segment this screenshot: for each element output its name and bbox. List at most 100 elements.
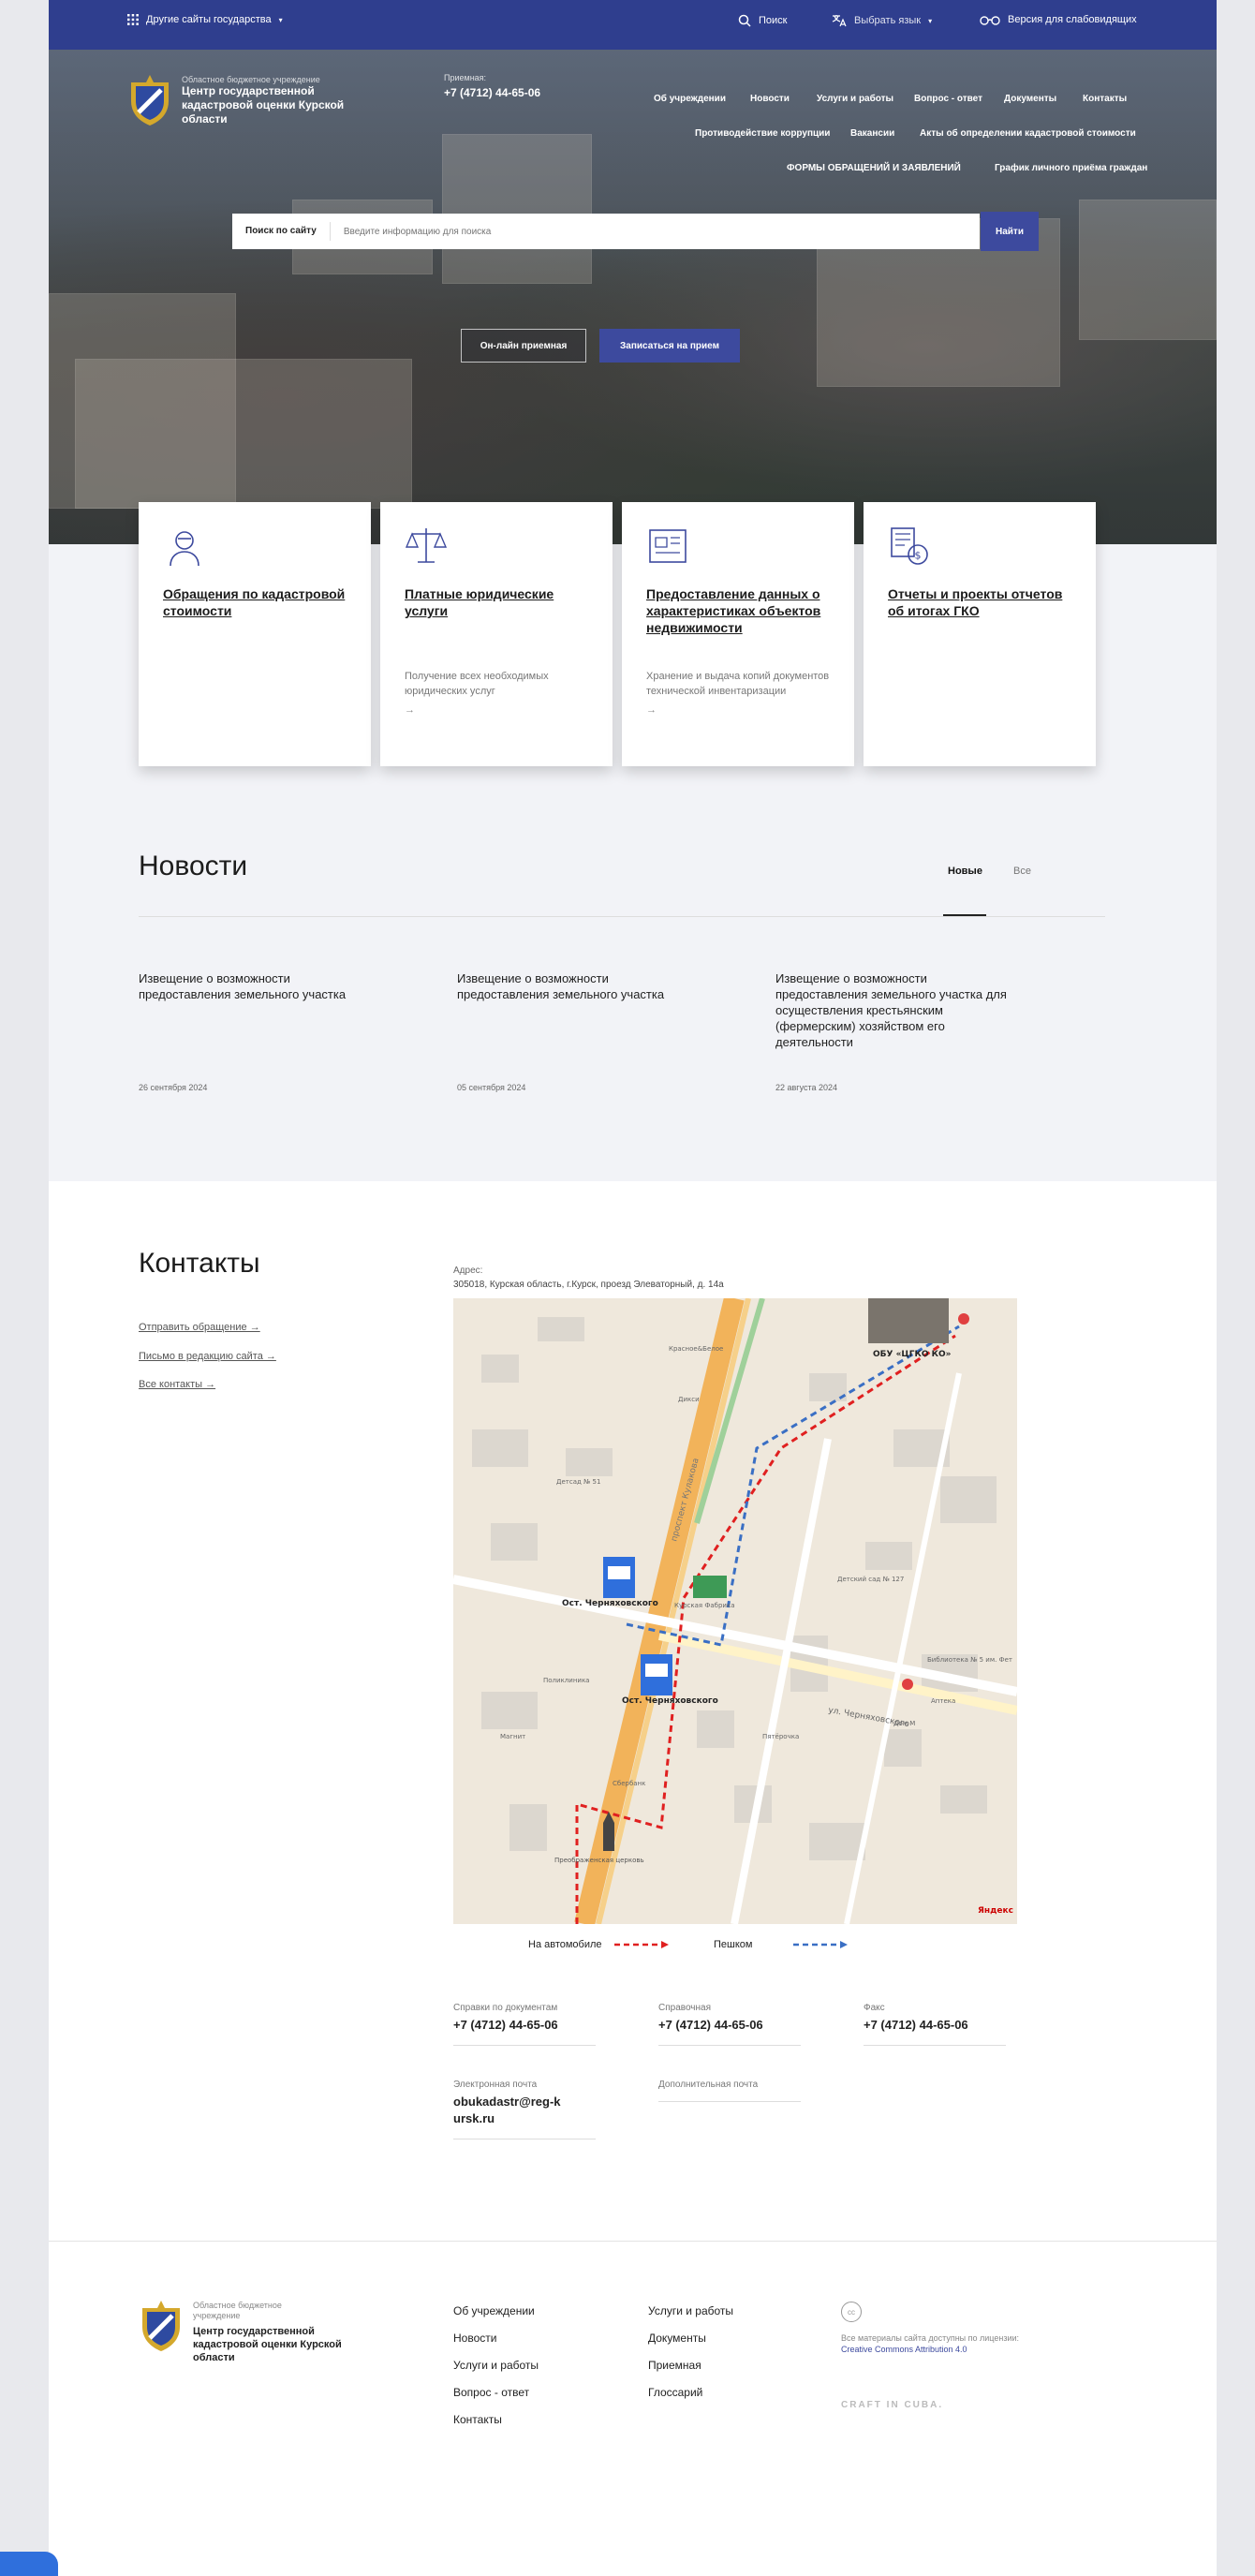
route-map[interactable]: Ост. Черняховского Ост. Черняховского ОБ… [453,1298,1017,1924]
divider [864,2045,1006,2046]
developer-credit[interactable]: CRAFT IN CUBA. [841,2400,943,2410]
online-reception-button[interactable]: Он-лайн приемная [461,329,586,363]
contact-info-value[interactable]: +7 (4712) 44-65-06 [453,2017,596,2034]
footer-link-services-2[interactable]: Услуги и работы [648,2304,733,2317]
search-label: Поиск по сайту [232,222,331,241]
divider [658,2045,801,2046]
nav-reception-schedule[interactable]: График личного приёма граждан [995,163,1147,173]
license-text: Все материалы сайта доступны по лицензии… [841,2333,1020,2343]
card-title: Платные юридические услуги [405,586,554,618]
scales-icon [405,528,448,563]
search-button[interactable]: Найти [981,212,1039,251]
contact-info-value[interactable]: obukadastr@reg-kursk.ru [453,2094,566,2127]
contact-info-docs: Справки по документам +7 (4712) 44-65-06 [453,2003,596,2046]
appointment-button[interactable]: Записаться на прием [599,329,740,363]
footer-link-services[interactable]: Услуги и работы [453,2359,539,2372]
translate-icon [832,15,847,27]
glasses-icon [980,16,1000,25]
footer-link-about[interactable]: Об учреждении [453,2304,535,2317]
language-label: Выбрать язык [854,15,922,26]
contact-info-label: Дополнительная почта [658,2080,759,2090]
site-logo[interactable]: Областное бюджетное учреждение Центр гос… [127,75,346,127]
other-sites-label: Другие сайты государства [146,14,272,25]
divider [49,2241,1217,2242]
contact-info-label: Справки по документам [453,2003,558,2013]
page: Другие сайты государства ▾ Поиск Выбрать… [49,0,1217,2576]
contact-info-email: Электронная почта obukadastr@reg-kursk.r… [453,2080,596,2139]
news-item-date: 26 сентября 2024 [139,1083,208,1092]
contact-info-fax: Факс +7 (4712) 44-65-06 [864,2003,1006,2046]
nav-cadastral-acts[interactable]: Акты об определении кадастровой стоимост… [920,128,1136,139]
accessibility-widget-button[interactable] [0,2552,58,2576]
footer-link-documents[interactable]: Документы [648,2332,706,2345]
card-title: Предоставление данных о характеристиках … [646,586,821,635]
service-card-legal[interactable]: Платные юридические услуги Получение все… [380,502,613,766]
editorial-letter-link[interactable]: Письмо в редакцию сайта → [139,1351,276,1362]
footer-link-contacts[interactable]: Контакты [453,2413,502,2426]
divider [139,916,1105,917]
tab-all[interactable]: Все [1013,866,1031,877]
nav-anticorruption[interactable]: Противодействие коррупции [695,128,830,139]
map-label-poi: Детский сад № 127 [837,1576,904,1583]
nav-contacts[interactable]: Контакты [1083,94,1127,104]
footer-link-glossary[interactable]: Глоссарий [648,2386,702,2399]
top-bar: Другие сайты государства ▾ Поиск Выбрать… [49,0,1217,50]
nav-vacancies[interactable]: Вакансии [850,128,894,139]
all-contacts-link[interactable]: Все контакты → [139,1379,215,1390]
dashed-blue-arrow-icon [792,1941,848,1949]
service-card-reports[interactable]: $ Отчеты и проекты отчетов об итогах ГКО [864,502,1096,766]
contact-info-label: Справочная [658,2003,712,2013]
other-sites-menu[interactable]: Другие сайты государства ▾ [127,14,283,25]
report-calculator-icon: $ [891,527,928,565]
org-name: Центр государственной кадастровой оценки… [182,84,345,126]
tab-new[interactable]: Новые [948,866,982,877]
map-label-poi: Сбербанк [613,1780,645,1787]
map-label-poi: Поликлиника [543,1677,589,1684]
legend-car-label: На автомобиле [528,1939,602,1950]
contact-info-value[interactable]: +7 (4712) 44-65-06 [864,2017,1006,2034]
footer-link-news[interactable]: Новости [453,2332,496,2345]
nav-faq[interactable]: Вопрос - ответ [914,94,982,104]
map-label-stop-2: Ост. Черняховского [622,1696,718,1706]
license-link[interactable]: Creative Commons Attribution 4.0 [841,2345,967,2354]
nav-forms[interactable]: ФОРМЫ ОБРАЩЕНИЙ И ЗАЯВЛЕНИЙ [787,163,961,173]
news-item[interactable]: Извещение о возможности предоставления з… [139,970,384,1092]
search-link-label: Поиск [759,15,788,26]
contact-info-value[interactable]: +7 (4712) 44-65-06 [658,2017,801,2034]
nav-about[interactable]: Об учреждении [654,94,726,104]
card-title: Обращения по кадастровой стоимости [163,586,346,618]
map-label-poi: Детсад № 51 [556,1478,600,1486]
map-label-stop-1: Ост. Черняховского [562,1599,658,1608]
map-label-poi: Дикси [678,1396,700,1403]
news-item-date: 22 августа 2024 [775,1083,838,1092]
nav-documents[interactable]: Документы [1004,94,1056,104]
footer-logo[interactable]: Областное бюджетное учреждение Центр гос… [139,2301,352,2364]
footer-link-faq[interactable]: Вопрос - ответ [453,2386,529,2399]
news-heading: Новости [139,851,248,881]
accessibility-label: Версия для слабовидящих [1008,14,1137,25]
arrow-right-icon: → [405,704,415,716]
contact-info-label: Электронная почта [453,2080,538,2090]
search-input[interactable] [330,226,893,237]
reception-phone[interactable]: Приемная: +7 (4712) 44-65-06 [444,73,540,99]
send-appeal-link[interactable]: Отправить обращение → [139,1322,260,1333]
news-item[interactable]: Извещение о возможности предоставления з… [775,970,1021,1092]
search-link[interactable]: Поиск [738,14,787,27]
news-item-title: Извещение о возможности предоставления з… [775,971,1007,1049]
news-item[interactable]: Извещение о возможности предоставления з… [457,970,702,1092]
service-card-property-data[interactable]: Предоставление данных о характеристиках … [622,502,854,766]
arrow-right-icon: → [646,704,657,716]
legend-walk: Пешком [714,1939,849,1950]
language-selector[interactable]: Выбрать язык ▾ [832,14,932,27]
map-label-church: Преображенская церковь [554,1857,644,1864]
news-item-title: Извещение о возможности предоставления з… [457,971,665,1001]
service-card-appeals[interactable]: Обращения по кадастровой стоимости [139,502,371,766]
nav-news[interactable]: Новости [750,94,790,104]
address-label: Адрес: [453,1266,483,1276]
map-label-poi: Аптека [931,1697,955,1705]
nav-services[interactable]: Услуги и работы [817,94,893,104]
map-label-poi: Красное&Белое [669,1345,723,1353]
accessibility-link[interactable]: Версия для слабовидящих [980,14,1137,25]
footer-link-reception[interactable]: Приемная [648,2359,701,2372]
card-description: Хранение и выдача копий документов техни… [646,669,830,718]
